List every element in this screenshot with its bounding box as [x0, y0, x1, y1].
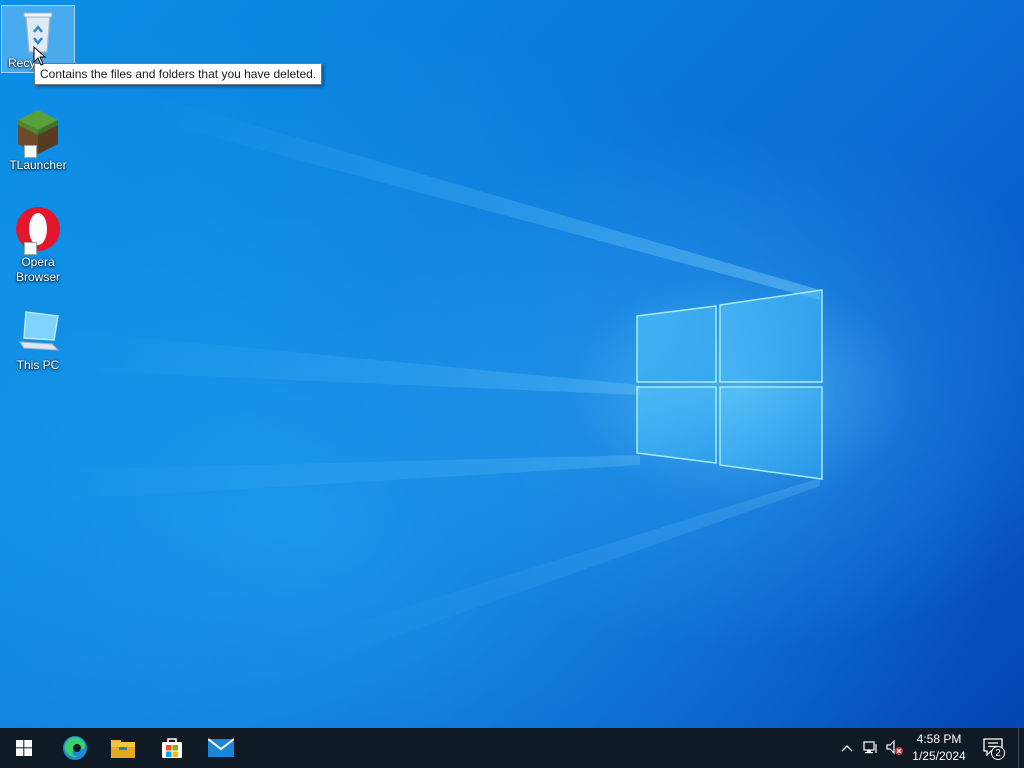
wallpaper [60, 95, 823, 670]
desktop-icon-label: This PC [16, 358, 60, 372]
this-pc-icon [12, 308, 64, 356]
desktop[interactable]: Recy TLauncher Opera Browser This PC Con… [0, 0, 1024, 728]
edge-icon [63, 736, 87, 760]
volume-muted-icon [886, 740, 903, 755]
opera-icon [12, 205, 64, 255]
desktop-icon-label: Opera Browser [15, 255, 60, 284]
chevron-up-icon [841, 745, 853, 752]
clock-time: 4:58 PM [916, 732, 962, 746]
network-icon [863, 741, 877, 754]
desktop-icon-label: TLauncher [9, 158, 67, 172]
file-explorer-icon [111, 740, 135, 758]
shortcut-arrow-icon [24, 145, 37, 158]
volume-button[interactable] [884, 728, 906, 768]
clock-date: 1/25/2024 [912, 749, 966, 763]
show-hidden-icons-button[interactable] [838, 728, 856, 768]
network-button[interactable] [860, 728, 882, 768]
taskbar-edge-button[interactable] [51, 728, 99, 768]
shortcut-arrow-icon [24, 242, 37, 255]
taskbar-store-button[interactable] [148, 728, 196, 768]
windows-start-icon [16, 740, 32, 756]
action-center-button[interactable]: 2 [980, 728, 1008, 768]
desktop-icon-opera-browser[interactable]: Opera Browser [2, 205, 74, 285]
mouse-cursor-icon [33, 46, 47, 66]
store-icon [162, 738, 182, 758]
tlauncher-icon [12, 108, 64, 158]
desktop-icon-tlauncher[interactable]: TLauncher [2, 108, 74, 173]
mail-icon [208, 738, 234, 757]
start-button[interactable] [0, 728, 48, 768]
taskbar: 4:58 PM 1/25/2024 2 [0, 728, 1024, 768]
windows-logo [636, 289, 823, 480]
show-desktop-button[interactable] [1018, 728, 1024, 768]
desktop-icon-this-pc[interactable]: This PC [2, 308, 74, 373]
tooltip: Contains the files and folders that you … [34, 63, 323, 85]
taskbar-mail-button[interactable] [197, 728, 245, 768]
taskbar-clock[interactable]: 4:58 PM 1/25/2024 [904, 731, 974, 765]
notification-count-badge: 2 [991, 746, 1005, 760]
taskbar-file-explorer-button[interactable] [99, 728, 147, 768]
